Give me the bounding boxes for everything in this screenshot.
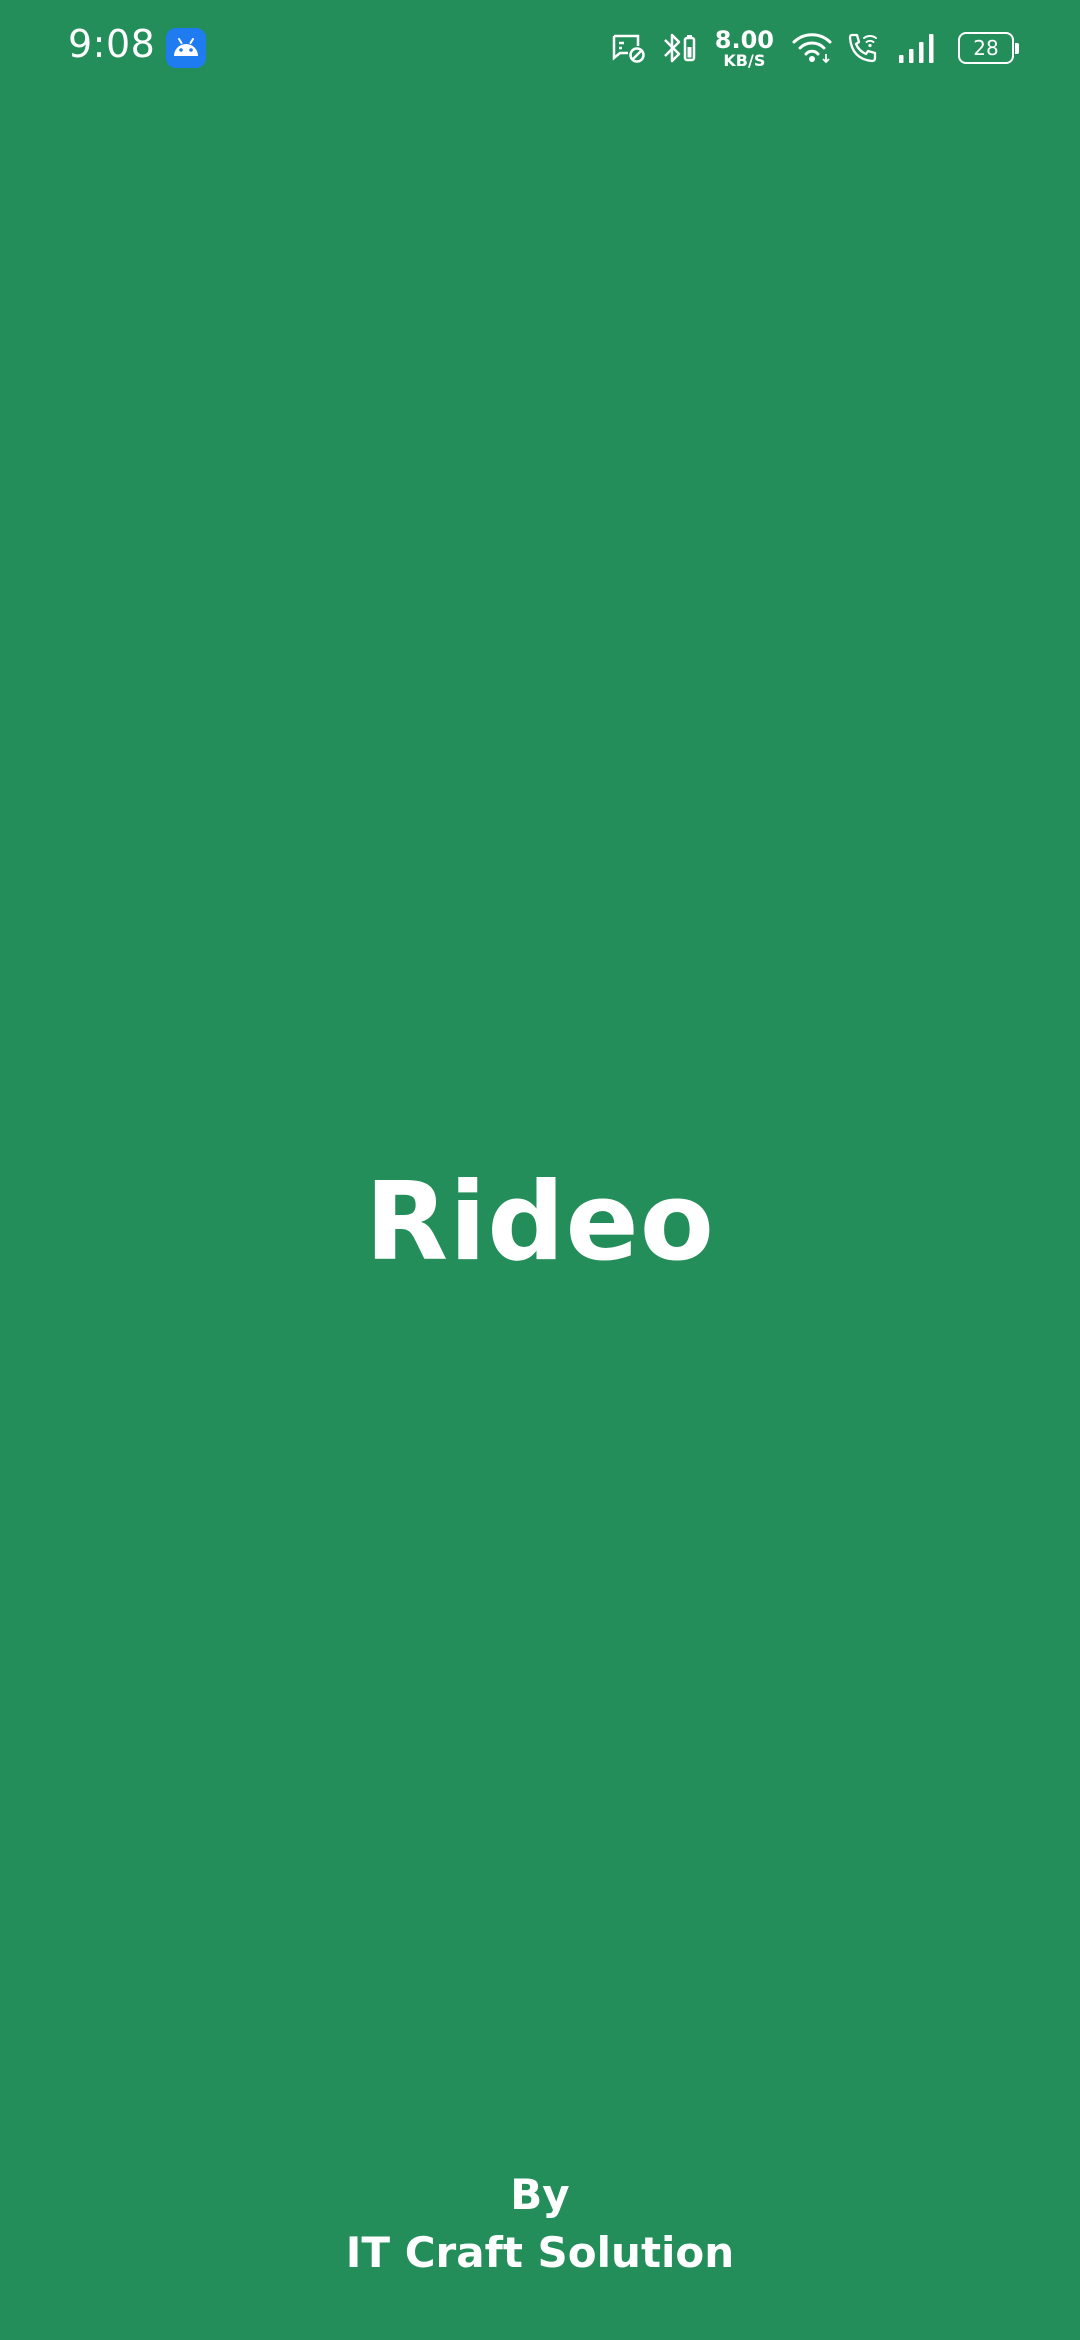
credits: By IT Craft Solution	[0, 2166, 1080, 2282]
company-name: IT Craft Solution	[345, 2228, 735, 2277]
credits-by-label: By	[510, 2170, 570, 2219]
screenshot-blocked-icon	[611, 32, 647, 64]
status-bar: 9:08 8.00 KB/S 28	[0, 0, 1080, 96]
app-title: Rideo	[365, 1160, 715, 1285]
network-speed-value: 8.00	[714, 25, 774, 54]
bluetooth-battery-icon	[661, 31, 699, 65]
wifi-icon	[792, 32, 832, 64]
wifi-calling-icon	[846, 31, 880, 65]
status-icons: 8.00 KB/S 28	[597, 26, 1019, 70]
network-speed-unit: KB/S	[723, 50, 766, 70]
battery-level: 28	[973, 36, 999, 60]
android-icon	[166, 28, 206, 68]
cellular-signal-icon	[898, 31, 938, 65]
network-speed: 8.00 KB/S	[715, 28, 774, 69]
battery-icon: 28	[958, 32, 1019, 64]
status-time: 9:08	[68, 22, 156, 66]
